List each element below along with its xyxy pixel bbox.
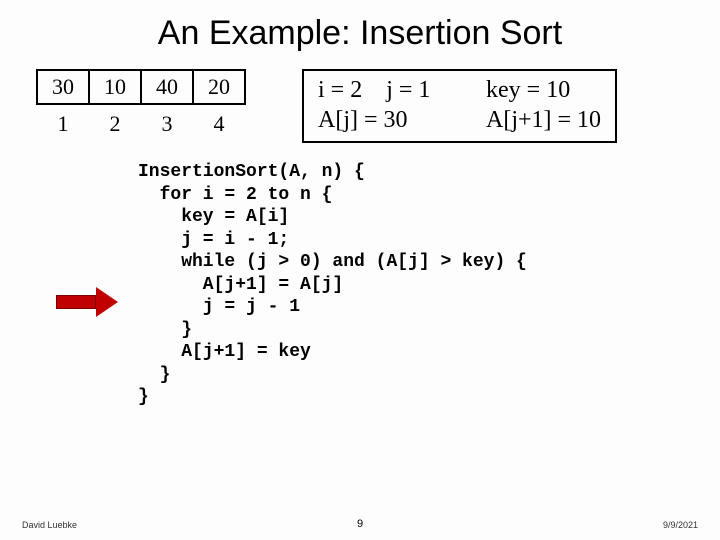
- array-area: 30 10 40 20 1 2 3 4: [36, 69, 244, 137]
- arrow-icon: [56, 287, 118, 317]
- array-index: 4: [192, 111, 246, 137]
- state-i: i = 2: [318, 77, 362, 103]
- state-aj1: A[j+1] = 10: [486, 105, 601, 135]
- footer-author: David Luebke: [22, 520, 77, 530]
- array-cell: 20: [192, 69, 246, 105]
- array-cell: 10: [88, 69, 142, 105]
- content-row: 30 10 40 20 1 2 3 4 i = 2 j = 1 key = 10…: [0, 69, 720, 143]
- array-index: 2: [88, 111, 142, 137]
- state-box: i = 2 j = 1 key = 10 A[j] = 30 A[j+1] = …: [302, 69, 617, 143]
- array-cell: 30: [36, 69, 90, 105]
- state-j: j = 1: [386, 77, 430, 103]
- footer-page: 9: [357, 518, 363, 530]
- page-title: An Example: Insertion Sort: [0, 0, 720, 69]
- footer-date: 9/9/2021: [663, 520, 698, 530]
- array-cell: 40: [140, 69, 194, 105]
- array-index: 3: [140, 111, 194, 137]
- array-index: 1: [36, 111, 90, 137]
- array-cells: 30 10 40 20: [36, 69, 244, 105]
- state-key: key = 10: [486, 75, 570, 105]
- array-indices: 1 2 3 4: [36, 111, 244, 137]
- state-aj: A[j] = 30: [318, 105, 486, 135]
- code-area: InsertionSort(A, n) { for i = 2 to n { k…: [0, 161, 720, 409]
- code-block: InsertionSort(A, n) { for i = 2 to n { k…: [138, 161, 720, 409]
